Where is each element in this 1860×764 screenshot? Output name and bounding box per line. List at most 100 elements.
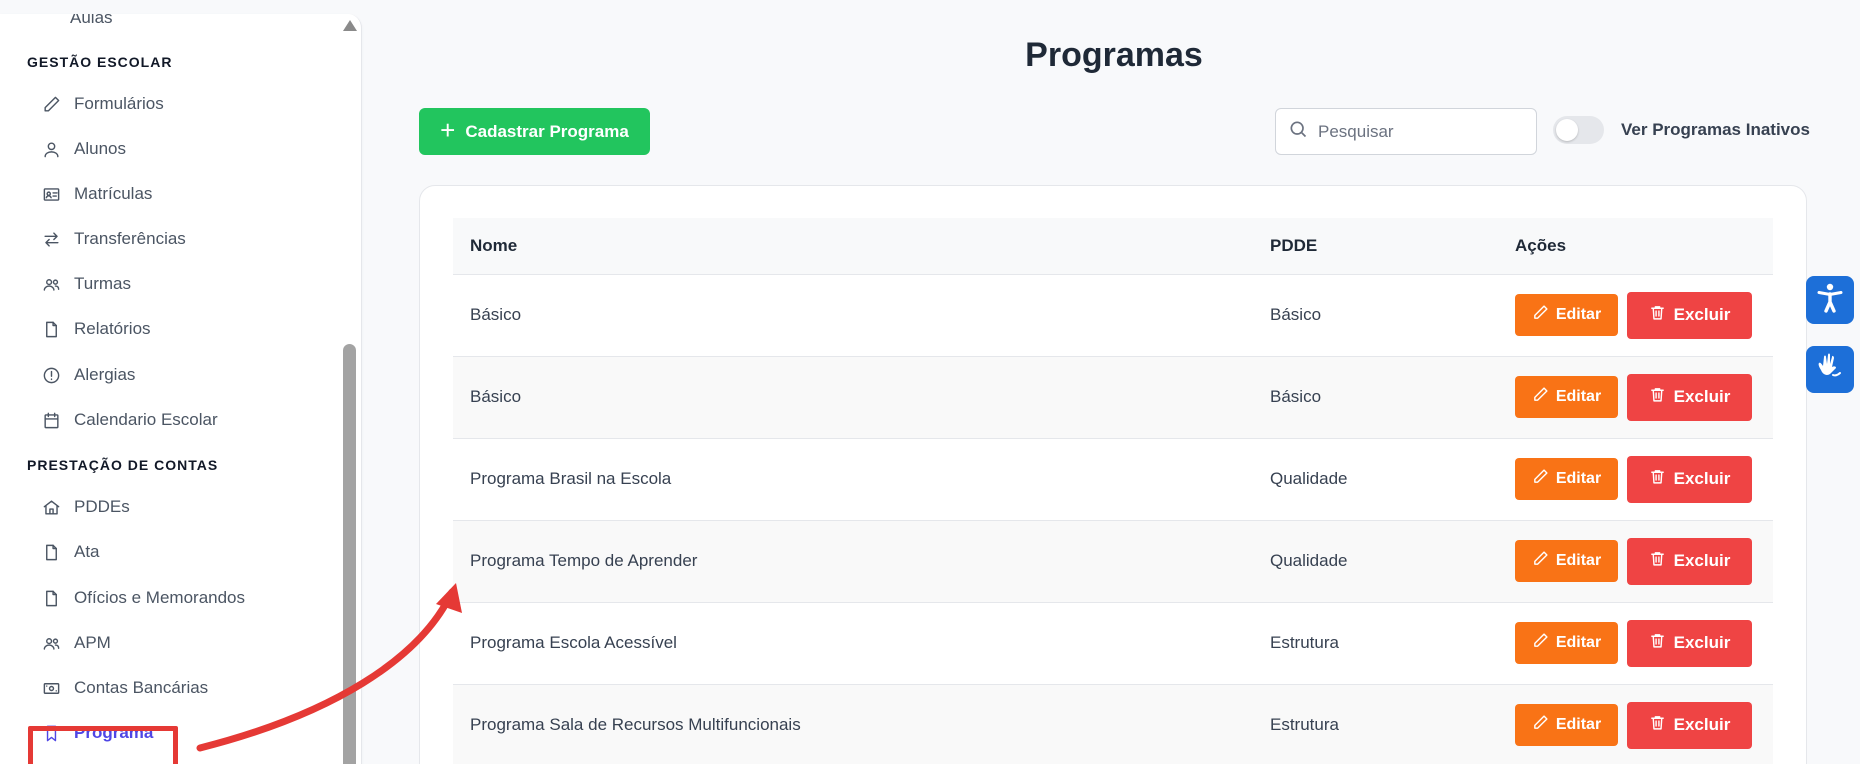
sidebar-item-label: Ata — [74, 542, 100, 561]
cell-acoes: Editar Excluir — [1498, 438, 1773, 521]
trash-icon — [1649, 386, 1666, 408]
delete-button-label: Excluir — [1673, 633, 1731, 652]
edit-button[interactable]: Editar — [1515, 622, 1618, 664]
cell-pdde: Básico — [1253, 274, 1498, 357]
cadastrar-programa-button[interactable]: + Cadastrar Programa — [419, 108, 650, 155]
file-icon — [40, 318, 62, 340]
pencil-icon — [1532, 304, 1549, 326]
cell-acoes: Editar Excluir — [1498, 520, 1773, 603]
trash-icon — [1649, 304, 1666, 326]
search-input[interactable] — [1318, 121, 1518, 142]
column-header-pdde: PDDE — [1253, 218, 1498, 275]
edit-button[interactable]: Editar — [1515, 458, 1618, 500]
cell-pdde: Qualidade — [1253, 438, 1498, 521]
delete-button-label: Excluir — [1673, 469, 1731, 488]
delete-button[interactable]: Excluir — [1627, 455, 1752, 503]
sidebar-item-label: Calendario Escolar — [74, 410, 218, 429]
cell-acoes: Editar Excluir — [1498, 684, 1773, 764]
sidebar-item-turmas[interactable]: Turmas — [40, 266, 330, 302]
edit-button-label: Editar — [1555, 552, 1602, 569]
row-actions: Editar Excluir — [1515, 619, 1773, 667]
table-header-row: Nome PDDE Ações — [453, 218, 1773, 275]
delete-button[interactable]: Excluir — [1627, 701, 1752, 749]
cell-nome: Básico — [453, 356, 1253, 439]
sidebar-item-contas-bancarias[interactable]: Contas Bancárias — [40, 670, 330, 706]
sidebar-item-label: Contas Bancárias — [74, 678, 209, 697]
row-actions: Editar Excluir — [1515, 455, 1773, 503]
cell-acoes: Editar Excluir — [1498, 356, 1773, 439]
sign-language-hands-icon — [1813, 350, 1847, 389]
sidebar-item-ata[interactable]: Ata — [40, 534, 330, 570]
transfer-arrows-icon — [40, 228, 62, 250]
file-icon — [40, 587, 62, 609]
cell-pdde: Estrutura — [1253, 602, 1498, 685]
annotation-highlight-box — [28, 726, 178, 764]
toggle-knob — [1556, 119, 1578, 141]
sidebar-item-pddes[interactable]: PDDEs — [40, 489, 330, 525]
accessibility-person-icon — [1813, 281, 1847, 320]
cell-acoes: Editar Excluir — [1498, 274, 1773, 357]
edit-button-label: Editar — [1555, 388, 1602, 405]
cell-nome: Programa Tempo de Aprender — [453, 520, 1253, 603]
sidebar-item-calendario-escolar[interactable]: Calendario Escolar — [40, 402, 330, 438]
sidebar-item-label: APM — [74, 633, 111, 652]
sidebar-item-oficios-e-memorandos[interactable]: Ofícios e Memorandos — [40, 580, 330, 616]
cell-pdde: Estrutura — [1253, 684, 1498, 764]
delete-button-label: Excluir — [1673, 387, 1731, 406]
pencil-icon — [1532, 386, 1549, 408]
delete-button[interactable]: Excluir — [1627, 537, 1752, 585]
inactive-programs-toggle[interactable] — [1553, 116, 1604, 144]
sidebar-item-relatorios[interactable]: Relatórios — [40, 311, 330, 347]
edit-button-label: Editar — [1555, 716, 1602, 733]
column-header-acoes: Ações — [1498, 218, 1773, 275]
sidebar-item-label: Formulários — [74, 94, 164, 113]
row-actions: Editar Excluir — [1515, 537, 1773, 585]
delete-button[interactable]: Excluir — [1627, 619, 1752, 667]
row-actions: Editar Excluir — [1515, 701, 1773, 749]
users-icon — [40, 273, 62, 295]
sidebar-item-alergias[interactable]: Alergias — [40, 357, 330, 393]
sidebar-item-transferencias[interactable]: Transferências — [40, 221, 330, 257]
sidebar-item-label: Ofícios e Memorandos — [74, 588, 246, 607]
delete-button-label: Excluir — [1673, 551, 1731, 570]
edit-button-label: Editar — [1555, 634, 1602, 651]
sidebar-item-matriculas[interactable]: Matrículas — [40, 176, 330, 212]
sidebar-item-aulas[interactable]: Aulas — [70, 14, 113, 28]
cell-acoes: Editar Excluir — [1498, 602, 1773, 685]
section-header-prestacao-de-contas: PRESTAÇÃO DE CONTAS — [27, 457, 219, 473]
plus-icon: + — [440, 115, 456, 145]
sidebar: Aulas GESTÃO ESCOLAR Formulários Alunos … — [0, 14, 362, 764]
sidebar-item-label: Relatórios — [74, 319, 151, 338]
search-icon — [1288, 119, 1308, 144]
pencil-icon — [1532, 468, 1549, 490]
table-row: Programa Sala de Recursos Multifuncionai… — [453, 684, 1773, 764]
delete-button-label: Excluir — [1673, 715, 1731, 734]
edit-button-label: Editar — [1555, 306, 1602, 323]
sidebar-item-apm[interactable]: APM — [40, 625, 330, 661]
sign-language-widget-button[interactable] — [1806, 346, 1854, 393]
edit-button[interactable]: Editar — [1515, 294, 1618, 336]
delete-button[interactable]: Excluir — [1627, 291, 1752, 339]
cell-nome: Básico — [453, 274, 1253, 357]
edit-button[interactable]: Editar — [1515, 540, 1618, 582]
cell-nome: Programa Escola Acessível — [453, 602, 1253, 685]
delete-button-label: Excluir — [1673, 305, 1731, 324]
file-icon — [40, 541, 62, 563]
edit-button[interactable]: Editar — [1515, 704, 1618, 746]
row-actions: Editar Excluir — [1515, 373, 1773, 421]
sidebar-item-formularios[interactable]: Formulários — [40, 86, 330, 122]
scroll-up-arrow-icon[interactable] — [343, 20, 357, 31]
delete-button[interactable]: Excluir — [1627, 373, 1752, 421]
page-title: Programas — [1025, 36, 1203, 74]
table-row: Básico Básico Editar Excluir — [453, 356, 1773, 439]
scrollbar-thumb[interactable] — [343, 344, 356, 764]
sidebar-item-label: Alergias — [74, 365, 136, 384]
sidebar-item-alunos[interactable]: Alunos — [40, 131, 330, 167]
trash-icon — [1649, 550, 1666, 572]
edit-button[interactable]: Editar — [1515, 376, 1618, 418]
pencil-icon — [1532, 550, 1549, 572]
search-box[interactable] — [1275, 108, 1537, 155]
accessibility-widget-button[interactable] — [1806, 276, 1854, 324]
table-row: Básico Básico Editar Excluir — [453, 274, 1773, 357]
table-row: Programa Escola Acessível Estrutura Editar… — [453, 602, 1773, 685]
